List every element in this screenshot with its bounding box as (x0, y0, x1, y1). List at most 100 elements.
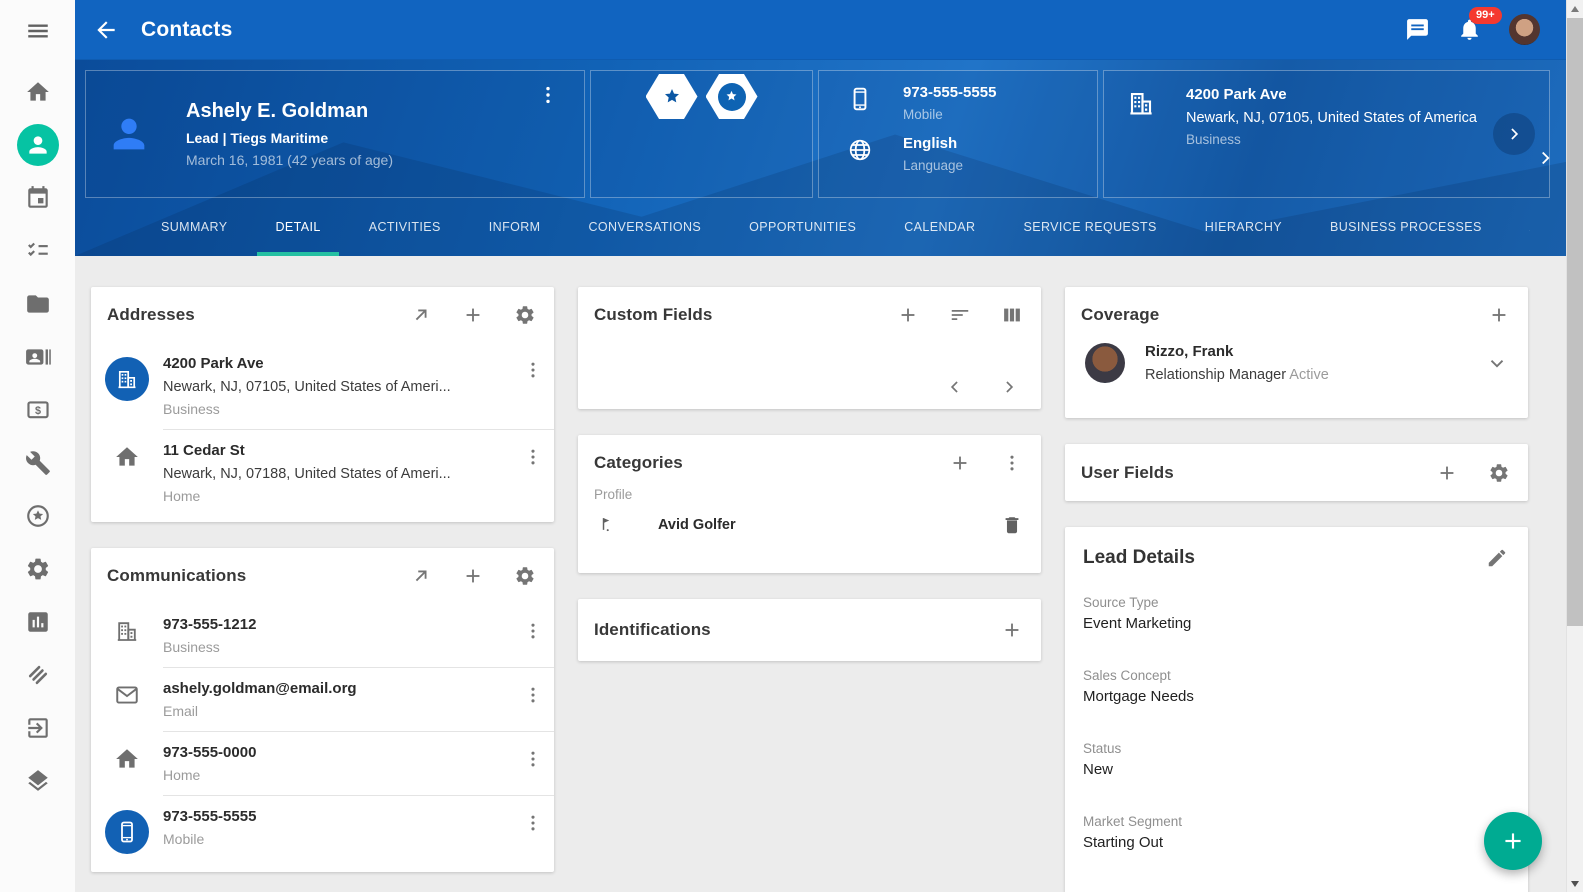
tab-activities[interactable]: ACTIVITIES (351, 198, 459, 256)
address-line2: Newark, NJ, 07188, United States of Amer… (163, 466, 522, 482)
sidebar-item-billing[interactable] (0, 385, 75, 435)
sidebar-item-exit[interactable] (0, 703, 75, 753)
tab-service-requests[interactable]: SERVICE REQUESTS (1005, 198, 1174, 256)
kebab-menu-icon (522, 748, 544, 770)
sidebar-item-reports[interactable] (0, 597, 75, 647)
communication-menu-button[interactable] (522, 620, 544, 642)
delete-category-button[interactable] (1001, 514, 1023, 536)
sidebar-item-contacts[interactable] (0, 120, 75, 170)
scrollbar[interactable] (1566, 0, 1583, 892)
scroll-up-arrow[interactable] (1567, 0, 1583, 17)
open-addresses-button[interactable] (410, 304, 432, 326)
back-button[interactable] (93, 17, 119, 43)
address-next-button[interactable] (1493, 113, 1535, 155)
sidebar-item-partners[interactable] (0, 650, 75, 700)
tab-opportunities[interactable]: OPPORTUNITIES (731, 198, 874, 256)
address-text: 4200 Park Ave Newark, NJ, 07105, United … (1186, 86, 1477, 197)
address-item[interactable]: 4200 Park Ave Newark, NJ, 07105, United … (91, 343, 554, 429)
columns-view-button[interactable] (1001, 304, 1023, 326)
menu-button[interactable] (0, 6, 75, 56)
badges-panel[interactable] (590, 70, 813, 198)
contact-info-panel[interactable]: 973-555-5555 Mobile English Language (818, 70, 1098, 198)
tab-summary[interactable]: SUMMARY (143, 198, 245, 256)
sidebar-item-directory[interactable] (0, 332, 75, 382)
communication-item[interactable]: 973-555-1212 Business (91, 604, 554, 667)
sidebar-item-home[interactable] (0, 67, 75, 117)
communication-menu-button[interactable] (522, 812, 544, 834)
addresses-settings-button[interactable] (514, 304, 536, 326)
plus-icon (1488, 304, 1510, 326)
tab-detail[interactable]: DETAIL (257, 198, 338, 256)
card-title: User Fields (1081, 463, 1174, 483)
chevron-right-icon (1534, 147, 1556, 169)
sidebar-item-rewards[interactable] (0, 491, 75, 541)
star-badge[interactable] (646, 74, 698, 119)
notifications-button[interactable]: 99+ (1457, 17, 1482, 42)
sidebar-item-layers[interactable] (0, 756, 75, 806)
primary-address-panel[interactable]: 4200 Park Ave Newark, NJ, 07105, United … (1103, 70, 1550, 198)
lead-details-header: Lead Details (1065, 527, 1528, 589)
tab-audit[interactable]: AUDIT (1512, 198, 1530, 256)
sidebar-item-tasks[interactable] (0, 226, 75, 276)
add-address-button[interactable] (462, 304, 484, 326)
add-user-field-button[interactable] (1436, 462, 1458, 484)
tabs-overflow-button[interactable] (1534, 115, 1556, 201)
add-fab[interactable] (1484, 812, 1542, 870)
language-row[interactable]: English Language (847, 135, 1097, 173)
scrollbar-thumb[interactable] (1567, 18, 1583, 626)
scroll-down-arrow[interactable] (1567, 875, 1583, 892)
next-page-button[interactable] (999, 377, 1019, 397)
categories-card: Categories Profile Avid Golfer (578, 435, 1041, 573)
address-item[interactable]: 11 Cedar St Newark, NJ, 07188, United St… (91, 430, 554, 516)
content-column-2: Custom Fields Categories (578, 287, 1041, 892)
tab-calendar[interactable]: CALENDAR (886, 198, 993, 256)
communication-item[interactable]: 973-555-5555 Mobile (91, 796, 554, 866)
phone-row[interactable]: 973-555-5555 Mobile (847, 84, 1097, 122)
phone-label: Mobile (903, 107, 996, 122)
plus-icon (462, 304, 484, 326)
plus-icon (1436, 462, 1458, 484)
sort-button[interactable] (949, 304, 971, 326)
add-communication-button[interactable] (462, 565, 484, 587)
address-item-menu-button[interactable] (522, 359, 544, 381)
user-avatar[interactable] (1509, 14, 1540, 45)
communication-item[interactable]: ashely.goldman@email.org Email (91, 668, 554, 731)
communications-settings-button[interactable] (514, 565, 536, 587)
address-item-menu-button[interactable] (522, 446, 544, 468)
tab-hierarchy[interactable]: HIERARCHY (1187, 198, 1300, 256)
add-coverage-button[interactable] (1488, 304, 1510, 326)
sidebar-item-settings[interactable] (0, 544, 75, 594)
edit-lead-details-button[interactable] (1486, 547, 1508, 569)
sidebar-item-calendar[interactable] (0, 173, 75, 223)
previous-page-button[interactable] (945, 377, 965, 397)
chat-button[interactable] (1405, 17, 1430, 42)
communication-menu-button[interactable] (522, 748, 544, 770)
plus-icon (1001, 619, 1023, 641)
tab-conversations[interactable]: CONVERSATIONS (571, 198, 720, 256)
kebab-menu-icon (522, 620, 544, 642)
tab-business-processes[interactable]: BUSINESS PROCESSES (1312, 198, 1500, 256)
gear-icon (25, 556, 51, 582)
tab-inform[interactable]: INFORM (471, 198, 559, 256)
communication-menu-button[interactable] (522, 684, 544, 706)
user-fields-settings-button[interactable] (1488, 462, 1510, 484)
add-custom-field-button[interactable] (897, 304, 919, 326)
coverage-item[interactable]: Rizzo, Frank Relationship Manager Active (1065, 343, 1528, 383)
trash-icon (1001, 514, 1023, 536)
category-item[interactable]: Avid Golfer (578, 502, 1041, 536)
star-circle-badge[interactable] (706, 74, 758, 119)
add-category-button[interactable] (949, 452, 971, 474)
pencil-icon (1486, 547, 1508, 569)
contact-menu-button[interactable] (536, 83, 560, 107)
wrench-icon (25, 450, 51, 476)
gear-icon (514, 565, 536, 587)
sidebar-item-tools[interactable] (0, 438, 75, 488)
communication-item[interactable]: 973-555-0000 Home (91, 732, 554, 795)
sidebar-item-folder[interactable] (0, 279, 75, 329)
open-communications-button[interactable] (410, 565, 432, 587)
categories-menu-button[interactable] (1001, 452, 1023, 474)
chevron-down-icon (1486, 352, 1508, 374)
add-identification-button[interactable] (1001, 619, 1023, 641)
contact-summary-panel[interactable]: Ashely E. Goldman Lead | Tiegs Maritime … (85, 70, 585, 198)
coverage-expand-button[interactable] (1486, 352, 1508, 374)
